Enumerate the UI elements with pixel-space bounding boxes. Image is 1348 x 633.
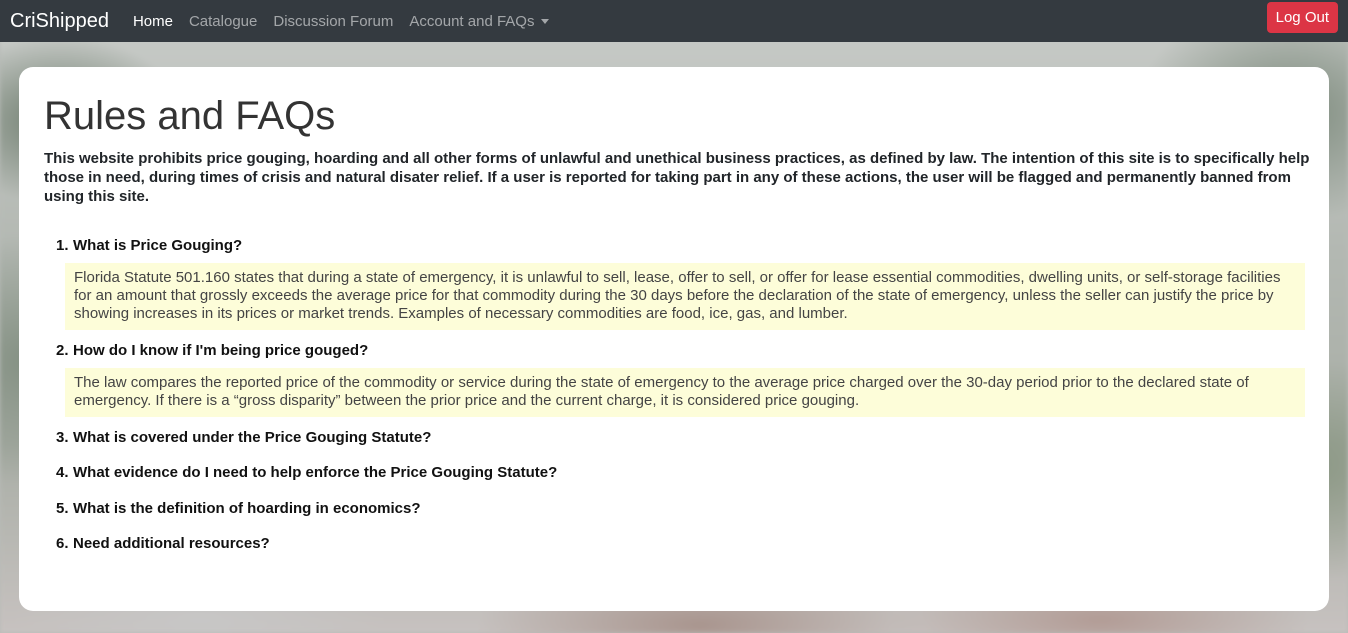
faq-number: 5. (56, 500, 69, 517)
faq-question[interactable]: 2. How do I know if I'm being price goug… (56, 342, 1306, 360)
faq-answer: Florida Statute 501.160 states that duri… (65, 263, 1305, 330)
faq-question[interactable]: 3. What is covered under the Price Gougi… (56, 429, 1306, 447)
faq-number: 4. (56, 464, 69, 481)
logout-button[interactable]: Log Out (1266, 2, 1338, 33)
faq-number: 3. (56, 429, 69, 446)
faq-question-text: What is Price Gouging? (73, 237, 243, 254)
top-navbar: CriShipped Home Catalogue Discussion For… (0, 0, 1348, 42)
faq-item: 4. What evidence do I need to help enfor… (56, 464, 1306, 482)
page-title: Rules and FAQs (44, 94, 336, 138)
faq-question-text: Need additional resources? (73, 535, 270, 552)
faq-question-text: How do I know if I'm being price gouged? (73, 342, 369, 359)
faq-item: 1. What is Price Gouging? Florida Statut… (56, 237, 1306, 330)
brand-logo[interactable]: CriShipped (10, 11, 109, 31)
nav-dropdown-account-faqs[interactable]: Account and FAQs (409, 12, 550, 30)
nav-link-home[interactable]: Home (133, 14, 173, 29)
nav-link-discussion-forum[interactable]: Discussion Forum (273, 14, 393, 29)
faq-answer: The law compares the reported price of t… (65, 368, 1305, 417)
faq-item: 6. Need additional resources? (56, 535, 1306, 553)
faq-question-text: What evidence do I need to help enforce … (73, 464, 558, 481)
faq-question-text: What is the definition of hoarding in ec… (73, 500, 421, 517)
nav-link-catalogue[interactable]: Catalogue (189, 14, 257, 29)
faq-question-text: What is covered under the Price Gouging … (73, 429, 432, 446)
nav-dropdown-label: Account and FAQs (409, 12, 535, 30)
faq-number: 1. (56, 237, 69, 254)
faq-item: 3. What is covered under the Price Gougi… (56, 429, 1306, 447)
faq-number: 2. (56, 342, 69, 359)
faq-question[interactable]: 6. Need additional resources? (56, 535, 1306, 553)
intro-paragraph: This website prohibits price gouging, ho… (44, 150, 1310, 205)
faq-question[interactable]: 5. What is the definition of hoarding in… (56, 500, 1306, 518)
faq-number: 6. (56, 535, 69, 552)
faq-item: 5. What is the definition of hoarding in… (56, 500, 1306, 518)
faq-item: 2. How do I know if I'm being price goug… (56, 342, 1306, 417)
caret-down-icon (541, 19, 550, 24)
faq-question[interactable]: 4. What evidence do I need to help enfor… (56, 464, 1306, 482)
faq-question[interactable]: 1. What is Price Gouging? (56, 237, 1306, 255)
faq-card: Rules and FAQs This website prohibits pr… (19, 67, 1329, 611)
